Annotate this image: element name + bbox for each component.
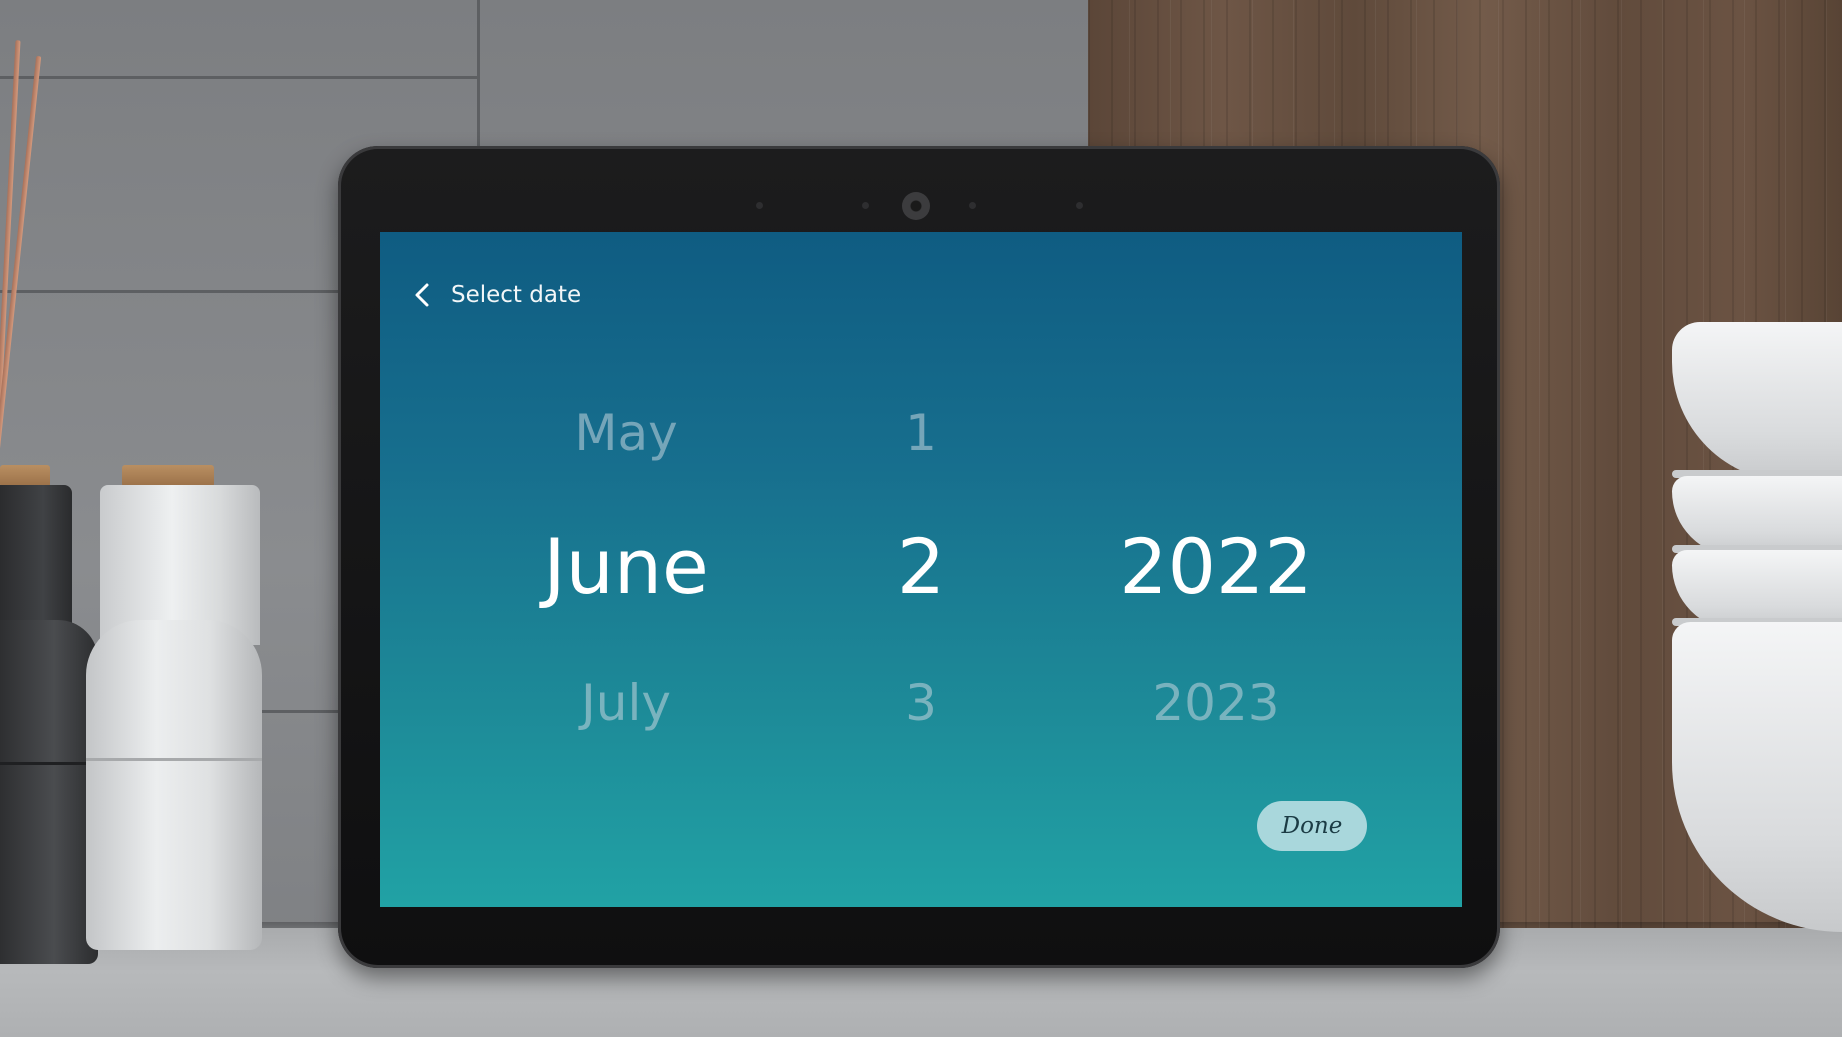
month-picker[interactable]: May June July (476, 232, 776, 907)
grinder-cork (122, 465, 214, 487)
dark-grinder-seam (0, 762, 98, 765)
month-option-next[interactable]: July (476, 674, 776, 732)
day-option-next[interactable]: 3 (771, 674, 1071, 732)
camera-lens (902, 192, 930, 220)
sensor-dot (969, 202, 976, 209)
white-grinder-seam (86, 758, 262, 761)
white-grinder (86, 620, 262, 950)
sensor-dot (756, 202, 763, 209)
day-picker[interactable]: 1 2 3 (771, 232, 1071, 907)
sensor-dot (862, 202, 869, 209)
tile-joint (0, 290, 340, 293)
day-option-selected[interactable]: 2 (771, 522, 1071, 611)
grinder-cork (0, 465, 50, 487)
month-option-previous[interactable]: May (476, 404, 776, 462)
device-screen: Select date May June July 1 2 3 2022 202… (380, 232, 1462, 907)
year-option-selected[interactable]: 2022 (1066, 522, 1366, 611)
dark-grinder (0, 620, 98, 964)
done-button[interactable]: Done (1257, 801, 1367, 851)
tile-joint (0, 76, 478, 79)
month-option-selected[interactable]: June (476, 522, 776, 611)
sensor-dot (1076, 202, 1083, 209)
chevron-left-icon (415, 283, 429, 307)
year-option-next[interactable]: 2023 (1066, 674, 1366, 732)
tile-joint (477, 0, 480, 150)
day-option-previous[interactable]: 1 (771, 404, 1071, 462)
back-button[interactable] (405, 277, 441, 313)
